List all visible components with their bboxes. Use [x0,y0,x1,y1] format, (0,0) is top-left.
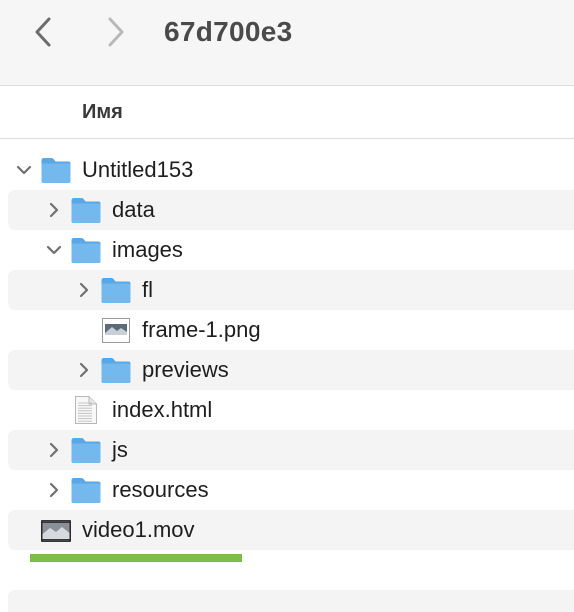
empty-row-stripe [8,590,574,612]
png-file-icon [100,315,132,345]
window-title: 67d700e3 [164,16,293,47]
folder-icon [100,275,132,305]
toolbar: 67d700e3 [0,0,574,86]
tree-row-video1-mov[interactable]: video1.mov [0,510,574,550]
tree-row-label: fl [142,277,153,302]
chevron-down-icon[interactable] [44,240,64,260]
tree-row-resources[interactable]: resources [0,470,574,510]
tree-row-images[interactable]: images [0,230,574,270]
tree-row-js[interactable]: js [0,430,574,470]
chevron-left-icon [35,17,51,47]
forward-button[interactable] [101,14,131,50]
tree-row-label: Untitled153 [82,157,194,182]
tree-row-label: previews [142,357,229,382]
column-header-name[interactable]: Имя [82,99,123,125]
chevron-right-icon [108,17,124,47]
html-file-icon [70,395,102,425]
tree-row-data[interactable]: data [0,190,574,230]
tree-row-label: index.html [112,397,213,422]
back-button[interactable] [28,14,58,50]
tree-row-untitled153[interactable]: Untitled153 [0,150,574,190]
tree-row-label: js [112,437,128,462]
tree-row-frame-1-png[interactable]: frame-1.png [0,310,574,350]
tree-row-label: resources [112,477,209,502]
tree-row-label: frame-1.png [142,317,261,342]
movie-file-icon [40,515,72,545]
folder-icon [70,235,102,265]
copy-progress-bar [30,554,242,562]
tree-row-label: images [112,237,183,262]
tree-row-label: data [112,197,155,222]
chevron-right-icon[interactable] [74,280,94,300]
folder-icon [70,195,102,225]
chevron-right-icon[interactable] [44,440,64,460]
folder-icon [40,155,72,185]
tree-row-fl[interactable]: fl [0,270,574,310]
copy-progress-fill [30,554,242,562]
chevron-right-icon[interactable] [44,200,64,220]
tree-row-index-html[interactable]: index.html [0,390,574,430]
tree-row-previews[interactable]: previews [0,350,574,390]
chevron-right-icon[interactable] [74,360,94,380]
folder-icon [70,435,102,465]
folder-icon [100,355,132,385]
folder-icon [70,475,102,505]
file-list: Untitled153 data images fl frame-1.png previe… [0,150,574,550]
column-header: Имя [0,86,574,139]
chevron-right-icon[interactable] [44,480,64,500]
finder-window: 67d700e3 Имя Untitled153 data images fl fram… [0,0,574,612]
tree-row-label: video1.mov [82,517,195,542]
chevron-down-icon[interactable] [14,160,34,180]
